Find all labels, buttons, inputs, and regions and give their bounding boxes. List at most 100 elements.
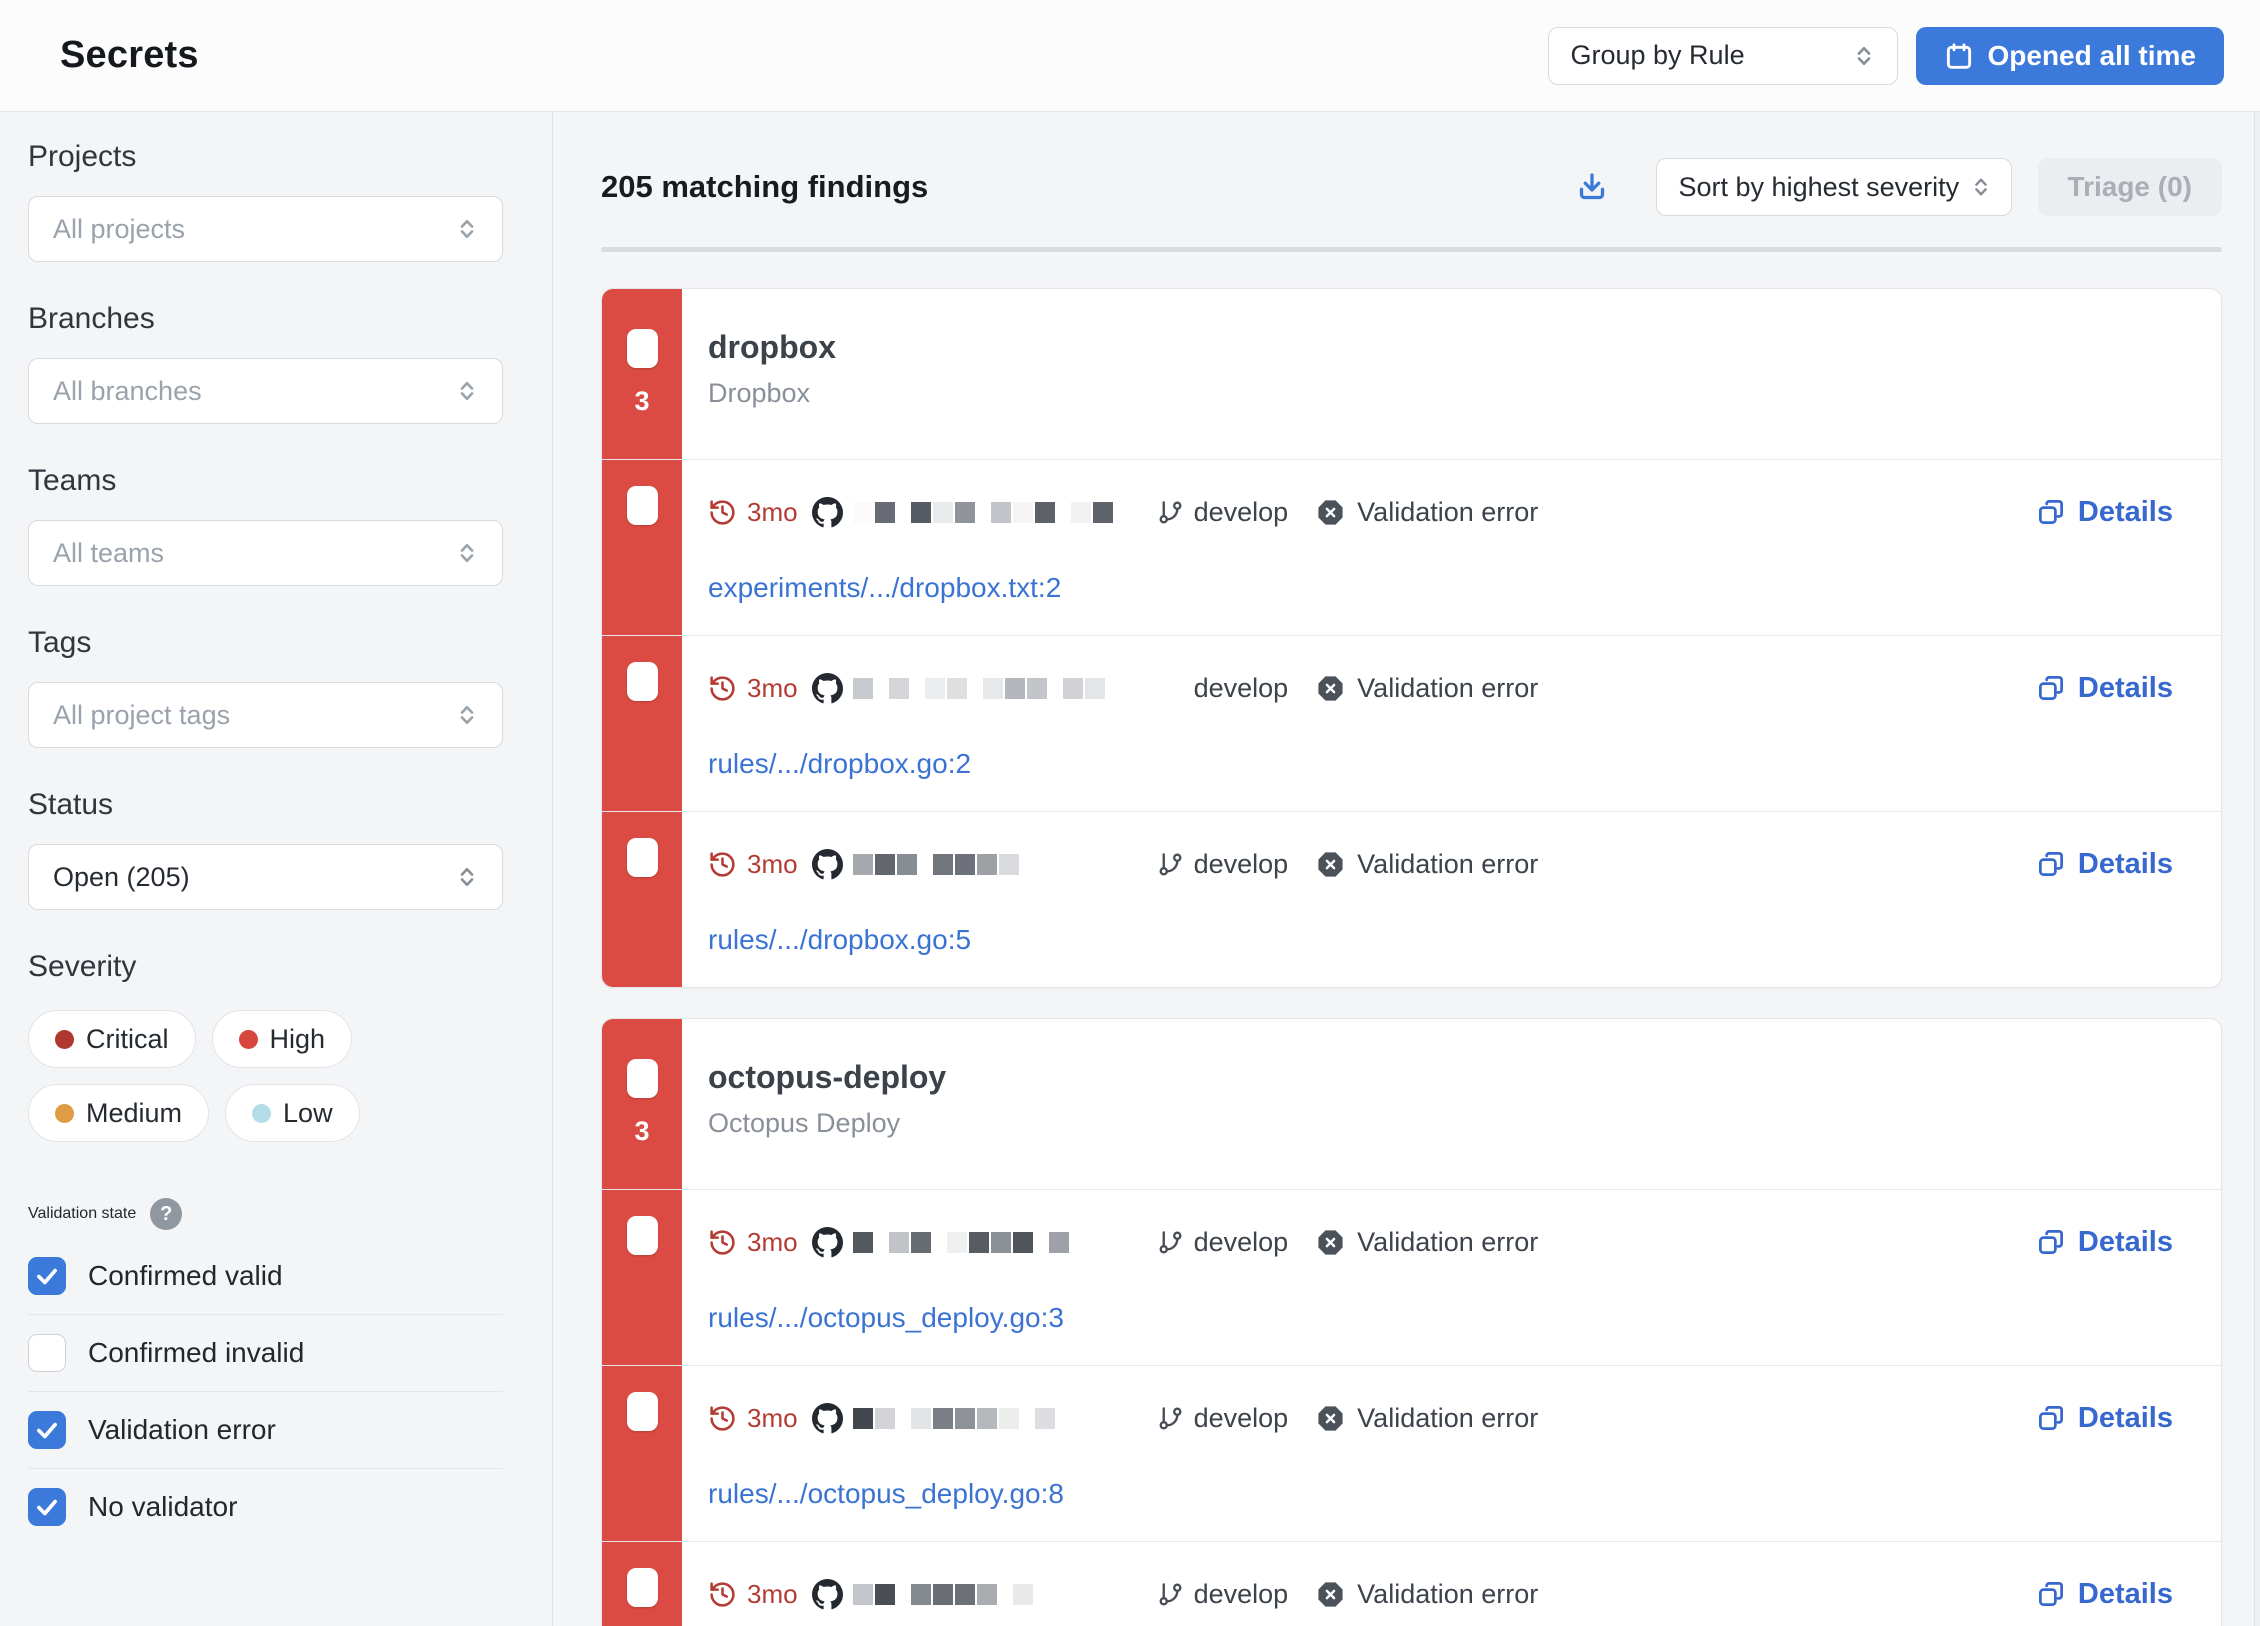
- help-icon[interactable]: ?: [150, 1198, 182, 1230]
- severity-chip-high[interactable]: High: [212, 1010, 353, 1068]
- branch-info: [1157, 675, 1184, 702]
- severity-chip-critical[interactable]: Critical: [28, 1010, 196, 1068]
- validation-error-icon: [1316, 1580, 1345, 1609]
- redacted-secret: [853, 854, 1153, 875]
- finding-file-path[interactable]: experiments/.../dropbox.txt:2: [708, 572, 1061, 604]
- details-link[interactable]: Details: [2036, 1578, 2173, 1611]
- validation-status: Validation error: [1316, 1579, 1538, 1610]
- validation-option-no-validator: No validator: [28, 1468, 503, 1545]
- branch-name: develop: [1194, 1227, 1289, 1258]
- chevron-updown-icon: [452, 214, 482, 244]
- details-label: Details: [2078, 1402, 2173, 1435]
- finding-checkbox[interactable]: [627, 1216, 658, 1255]
- validation-error-icon: [1316, 1404, 1345, 1433]
- redacted-secret: [853, 1408, 1153, 1429]
- finding-file-path[interactable]: rules/.../dropbox.go:2: [708, 748, 971, 780]
- finding-file-path[interactable]: rules/.../dropbox.go:5: [708, 924, 971, 956]
- download-button[interactable]: [1568, 163, 1616, 211]
- severity-rail: [602, 1366, 682, 1541]
- finding-body: 3mo develop Validation error: [682, 812, 2221, 987]
- finding-checkbox[interactable]: [627, 838, 658, 877]
- chevron-updown-icon: [1849, 41, 1879, 71]
- branches-select[interactable]: All branches: [28, 358, 503, 424]
- low-dot-icon: [252, 1104, 271, 1123]
- validation-status: Validation error: [1316, 849, 1538, 880]
- severity-rail: [602, 812, 682, 987]
- scrollbar-track[interactable]: [2254, 112, 2260, 1626]
- high-dot-icon: [239, 1030, 258, 1049]
- git-branch-icon: [1157, 851, 1184, 878]
- severity-chip-label: High: [270, 1024, 326, 1055]
- finding-file-path[interactable]: rules/.../octopus_deploy.go:3: [708, 1302, 1064, 1334]
- validation-status-label: Validation error: [1357, 1227, 1538, 1258]
- finding-file-path[interactable]: rules/.../octopus_deploy.go:8: [708, 1478, 1064, 1510]
- details-label: Details: [2078, 848, 2173, 881]
- medium-dot-icon: [55, 1104, 74, 1123]
- branch-name: develop: [1194, 1579, 1289, 1610]
- page-title: Secrets: [60, 34, 199, 77]
- status-label: Status: [28, 788, 552, 822]
- group-title: octopus-deploy: [708, 1059, 946, 1096]
- branch-info: [1157, 851, 1184, 878]
- group-header-body: octopus-deploy Octopus Deploy: [682, 1019, 994, 1189]
- tags-select[interactable]: All project tags: [28, 682, 503, 748]
- filter-severity: Severity Critical High Medium Low: [28, 950, 552, 1142]
- finding-checkbox[interactable]: [627, 1568, 658, 1607]
- validation-status: Validation error: [1316, 1227, 1538, 1258]
- finding-checkbox[interactable]: [627, 486, 658, 525]
- sort-select[interactable]: Sort by highest severity: [1656, 158, 2012, 216]
- copy-icon: [2036, 673, 2066, 703]
- finding-body: 3mo develop Validation error: [682, 1190, 2221, 1365]
- history-icon: [708, 1404, 737, 1433]
- severity-chip-medium[interactable]: Medium: [28, 1084, 209, 1142]
- group-checkbox[interactable]: [627, 1059, 658, 1098]
- validation-status: Validation error: [1316, 673, 1538, 704]
- severity-chip-low[interactable]: Low: [225, 1084, 360, 1142]
- confirmed-invalid-checkbox[interactable]: [28, 1334, 66, 1372]
- opened-all-time-button[interactable]: Opened all time: [1916, 27, 2225, 85]
- history-icon: [708, 1580, 737, 1609]
- status-select[interactable]: Open (205): [28, 844, 503, 910]
- no-validator-checkbox[interactable]: [28, 1488, 66, 1526]
- details-link[interactable]: Details: [2036, 672, 2173, 705]
- git-branch-icon: [1157, 675, 1184, 702]
- group-checkbox[interactable]: [627, 329, 658, 368]
- details-label: Details: [2078, 1578, 2173, 1611]
- github-icon: [812, 1403, 843, 1434]
- git-branch-icon: [1157, 1405, 1184, 1432]
- validation-option-validation-error: Validation error: [28, 1391, 503, 1468]
- history-icon: [708, 674, 737, 703]
- finding-checkbox[interactable]: [627, 662, 658, 701]
- group-by-select[interactable]: Group by Rule: [1548, 27, 1898, 85]
- details-link[interactable]: Details: [2036, 848, 2173, 881]
- severity-rail: 3: [602, 1019, 682, 1189]
- finding-row: 3mo develop Validation error: [602, 811, 2221, 987]
- validation-status-label: Validation error: [1357, 849, 1538, 880]
- details-link[interactable]: Details: [2036, 1402, 2173, 1435]
- finding-body: 3mo develop Validation error: [682, 460, 2221, 635]
- branch-info: [1157, 1405, 1184, 1432]
- projects-select[interactable]: All projects: [28, 196, 503, 262]
- validation-error-checkbox[interactable]: [28, 1411, 66, 1449]
- validation-error-icon: [1316, 850, 1345, 879]
- group-detector-name: Dropbox: [708, 378, 836, 409]
- validation-state-list: Confirmed valid Confirmed invalid Valida…: [28, 1238, 552, 1545]
- chevron-updown-icon: [452, 538, 482, 568]
- git-branch-icon: [1157, 1581, 1184, 1608]
- confirmed-valid-checkbox[interactable]: [28, 1257, 66, 1295]
- branches-value: All branches: [53, 376, 202, 407]
- branch-name: develop: [1194, 849, 1289, 880]
- git-branch-icon: [1157, 1229, 1184, 1256]
- finding-checkbox[interactable]: [627, 1392, 658, 1431]
- checkbox-label: Confirmed valid: [88, 1260, 283, 1292]
- finding-meta: 3mo develop Validation error: [708, 1402, 2173, 1434]
- details-link[interactable]: Details: [2036, 496, 2173, 529]
- finding-meta: 3mo develop Validation error: [708, 672, 2173, 704]
- finding-body: 3mo develop Validation error: [682, 1542, 2221, 1626]
- finding-age: 3mo: [747, 497, 798, 528]
- finding-row: 3mo develop Validation error: [602, 459, 2221, 635]
- triage-button[interactable]: Triage (0): [2038, 158, 2222, 216]
- teams-select[interactable]: All teams: [28, 520, 503, 586]
- details-link[interactable]: Details: [2036, 1226, 2173, 1259]
- calendar-icon: [1944, 41, 1974, 71]
